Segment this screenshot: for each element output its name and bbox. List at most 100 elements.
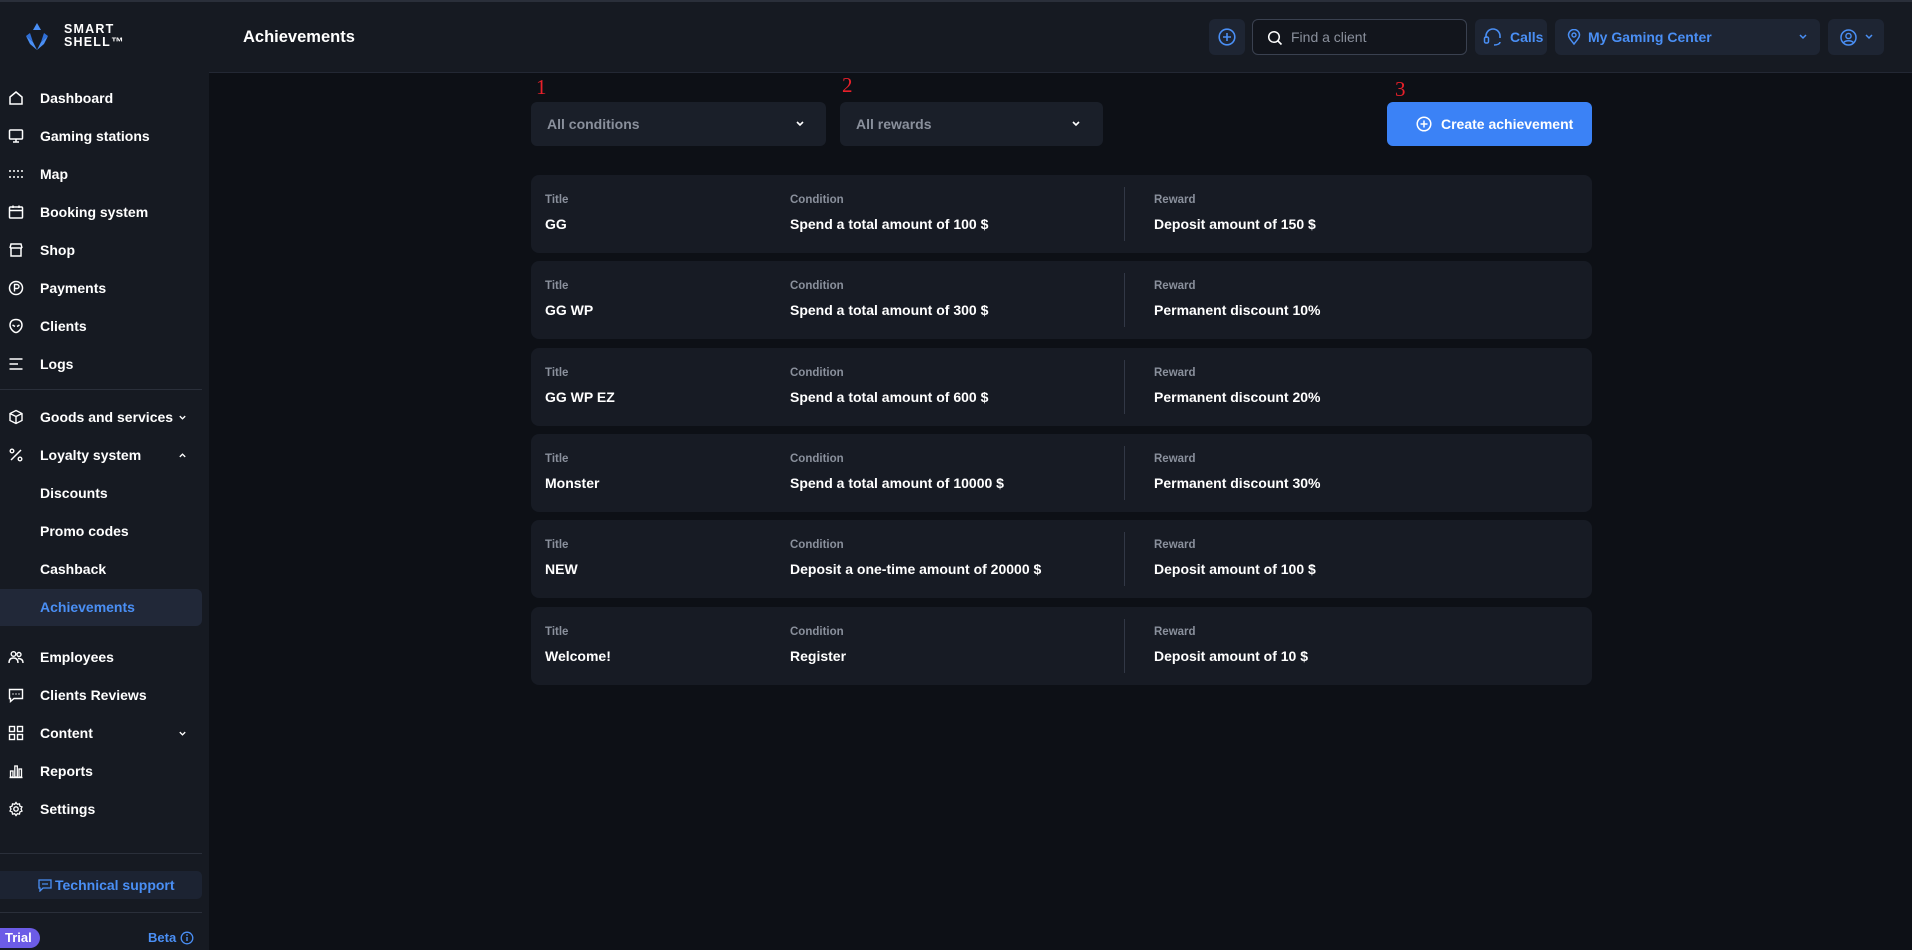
rewards-filter-value: All rewards	[856, 116, 932, 132]
sidebar-item-label: Logs	[40, 356, 74, 372]
sidebar-item-label: Settings	[40, 801, 96, 817]
column-divider	[1124, 360, 1125, 414]
create-achievement-button[interactable]: Create achievement	[1387, 102, 1592, 146]
top-header: Achievements Calls My Gaming Center	[209, 2, 1912, 73]
beta-label: Beta	[148, 930, 177, 945]
sidebar-item-clients-reviews[interactable]: Clients Reviews	[0, 677, 209, 713]
condition-column-label: Condition	[790, 453, 844, 465]
coin-icon	[8, 280, 24, 296]
alien-icon	[9, 318, 23, 334]
home-icon	[9, 91, 23, 105]
sidebar-item-goods-and-services[interactable]: Goods and services	[0, 399, 209, 435]
sidebar-item-loyalty-system[interactable]: Loyalty system	[0, 437, 209, 473]
gaming-center-select[interactable]: My Gaming Center	[1555, 19, 1820, 55]
achievement-reward: Permanent discount 30%	[1154, 475, 1321, 491]
sidebar-item-content[interactable]: Content	[0, 715, 209, 751]
message-icon	[8, 688, 24, 703]
sidebar-item-employees[interactable]: Employees	[0, 639, 209, 675]
achievement-row[interactable]: Title NEW Condition Deposit a one-time a…	[531, 520, 1592, 598]
sidebar-item-booking-system[interactable]: Booking system	[0, 194, 209, 230]
trial-badge: Trial	[0, 928, 40, 948]
sidebar-item-label: Booking system	[40, 204, 149, 220]
technical-support-label: Technical support	[55, 877, 175, 893]
condition-column-label: Condition	[790, 626, 844, 638]
sidebar-item-label: Shop	[40, 242, 75, 258]
rewards-filter[interactable]: All rewards	[840, 102, 1103, 146]
monitor-icon	[8, 129, 24, 143]
reward-column-label: Reward	[1154, 626, 1196, 638]
achievement-condition: Spend a total amount of 10000 $	[790, 475, 1004, 491]
achievement-condition: Spend a total amount of 300 $	[790, 302, 989, 318]
achievement-condition: Register	[790, 648, 847, 664]
achievement-title: GG WP	[545, 302, 594, 318]
logo-text-bottom: SHELL™	[64, 35, 125, 49]
achievement-row[interactable]: Title Monster Condition Spend a total am…	[531, 434, 1592, 512]
annotation-2: 2	[842, 73, 853, 97]
logo[interactable]: SMART SHELL™	[20, 20, 130, 56]
sidebar-item-settings[interactable]: Settings	[0, 791, 209, 827]
chevron-down-icon	[179, 731, 186, 736]
sidebar-item-payments[interactable]: Payments	[0, 270, 209, 306]
achievement-title: NEW	[545, 561, 578, 577]
sidebar-item-label: Cashback	[40, 561, 107, 577]
chat-icon	[38, 879, 52, 892]
sidebar-item-dashboard[interactable]: Dashboard	[0, 80, 209, 116]
sidebar-item-label: Map	[40, 166, 68, 182]
search-icon	[1267, 30, 1283, 46]
add-button[interactable]	[1209, 19, 1245, 55]
calls-button[interactable]: Calls	[1475, 19, 1547, 55]
technical-support-button[interactable]: Technical support	[0, 871, 202, 899]
achievement-row[interactable]: Title Welcome! Condition Register Reward…	[531, 607, 1592, 685]
sidebar-item-label: Reports	[40, 763, 93, 779]
sidebar-item-map[interactable]: Map	[0, 156, 209, 192]
info-icon[interactable]	[180, 931, 194, 945]
sidebar-item-label: Content	[40, 725, 93, 741]
user-avatar-icon	[1840, 29, 1857, 46]
sidebar-subitem-promo-codes[interactable]: Promo codes	[0, 513, 209, 549]
achievement-reward: Permanent discount 10%	[1154, 302, 1321, 318]
title-column-label: Title	[545, 194, 569, 206]
sidebar-item-logs[interactable]: Logs	[0, 346, 209, 382]
achievement-row[interactable]: Title GG Condition Spend a total amount …	[531, 175, 1592, 253]
headset-icon	[1483, 28, 1501, 46]
chevron-down-icon	[1072, 121, 1080, 127]
plus-circle-icon	[1218, 28, 1236, 46]
apps-icon	[8, 725, 24, 741]
sidebar-subitem-cashback[interactable]: Cashback	[0, 551, 209, 587]
sidebar-divider	[0, 912, 202, 913]
sidebar-item-shop[interactable]: Shop	[0, 232, 209, 268]
smartshell-logo-icon	[26, 23, 48, 50]
sidebar-item-label: Dashboard	[40, 90, 114, 106]
plus-circle-icon	[1416, 116, 1432, 132]
sidebar-item-gaming-stations[interactable]: Gaming stations	[0, 118, 209, 154]
condition-column-label: Condition	[790, 194, 844, 206]
annotation-1: 1	[536, 75, 547, 99]
sidebar-subitem-discounts[interactable]: Discounts	[0, 475, 209, 511]
title-column-label: Title	[545, 539, 569, 551]
achievement-row[interactable]: Title GG WP Condition Spend a total amou…	[531, 261, 1592, 339]
sidebar-divider	[0, 389, 202, 390]
search-input[interactable]	[1291, 26, 1456, 48]
achievement-row[interactable]: Title GG WP EZ Condition Spend a total a…	[531, 348, 1592, 426]
achievement-title: GG	[545, 216, 567, 232]
profile-menu[interactable]	[1828, 19, 1884, 55]
sidebar-item-clients[interactable]: Clients	[0, 308, 209, 344]
users-icon	[8, 651, 24, 664]
gaming-center-name: My Gaming Center	[1588, 29, 1712, 45]
achievement-condition: Spend a total amount of 100 $	[790, 216, 989, 232]
gear-icon	[9, 801, 23, 817]
chart-icon	[9, 765, 23, 779]
grid-dots-icon	[9, 170, 23, 178]
sidebar-subitem-achievements[interactable]: Achievements	[0, 589, 209, 625]
achievement-title: Welcome!	[545, 648, 611, 664]
conditions-filter-value: All conditions	[547, 116, 640, 132]
achievement-reward: Deposit amount of 10 $	[1154, 648, 1309, 664]
reward-column-label: Reward	[1154, 539, 1196, 551]
sidebar-item-reports[interactable]: Reports	[0, 753, 209, 789]
conditions-filter[interactable]: All conditions	[531, 102, 826, 146]
reward-column-label: Reward	[1154, 367, 1196, 379]
chevron-down-icon	[179, 415, 186, 420]
sidebar-item-label: Goods and services	[40, 409, 174, 425]
column-divider	[1124, 273, 1125, 327]
chevron-down-icon	[1865, 34, 1873, 40]
